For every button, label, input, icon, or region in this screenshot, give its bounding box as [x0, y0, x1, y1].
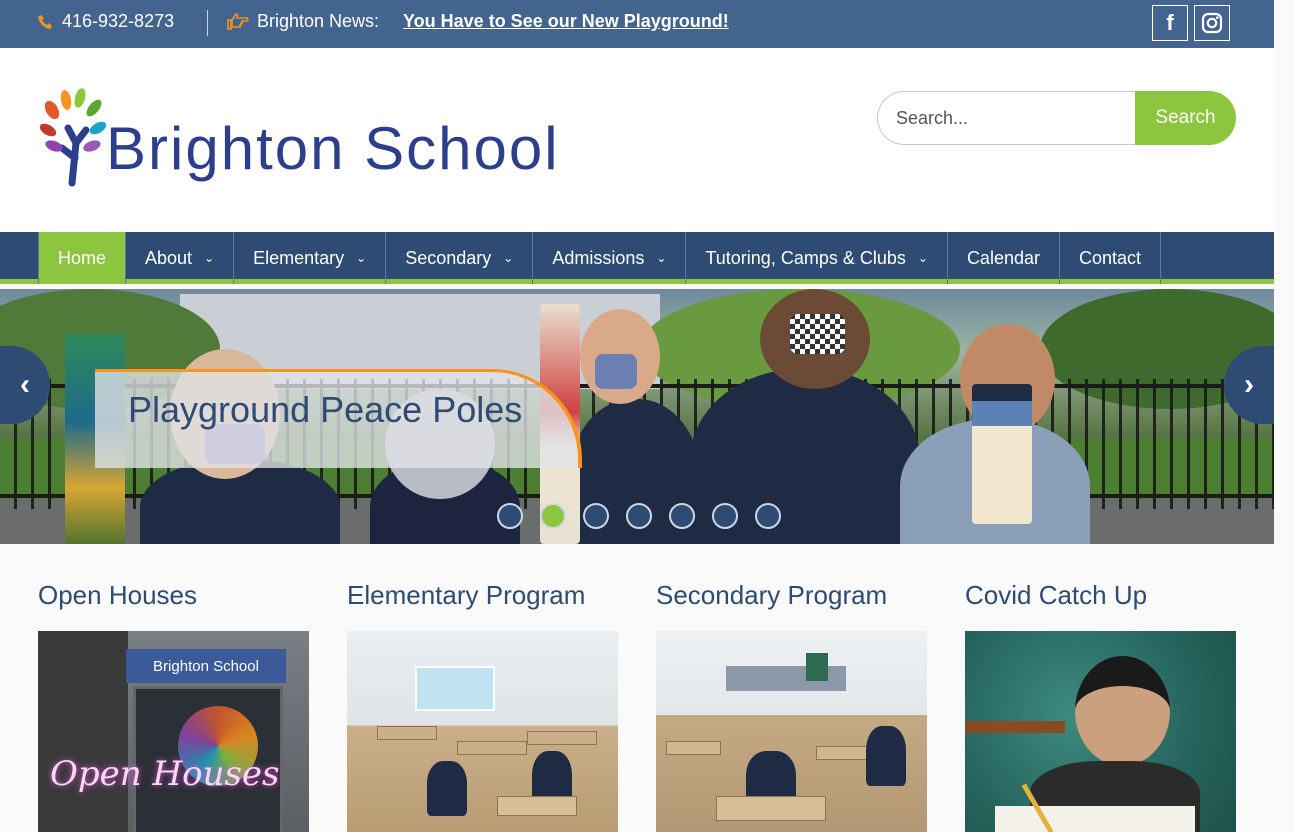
search-form: Search: [877, 91, 1236, 145]
chevron-down-icon: ⌄: [917, 251, 928, 265]
page: 416-932-8273 Brighton News: You Have to …: [0, 0, 1274, 832]
slider-dot-1[interactable]: [497, 503, 523, 529]
card-image-whiteboard: [726, 666, 846, 691]
hero-photo-student: [595, 354, 637, 389]
facebook-icon[interactable]: f: [1152, 5, 1188, 41]
nav-item-label: Home: [58, 247, 107, 268]
top-bar: 416-932-8273 Brighton News: You Have to …: [0, 0, 1274, 48]
card-image-student: [1075, 656, 1170, 766]
nav-item-secondary[interactable]: Secondary ⌄: [386, 232, 534, 284]
slider-dot-6[interactable]: [712, 503, 738, 529]
chevron-down-icon: ⌄: [503, 251, 514, 265]
slider-dot-7[interactable]: [755, 503, 781, 529]
card-image[interactable]: [656, 631, 927, 832]
card-image-desk: [497, 796, 577, 816]
card-image-desk: [716, 796, 826, 821]
tree-logo-icon: [40, 88, 107, 187]
nav-item-label: Elementary: [253, 247, 345, 268]
nav-item-contact[interactable]: Contact: [1060, 232, 1162, 284]
card-image-sign: Brighton School: [126, 649, 286, 683]
feature-card-open-houses[interactable]: Open Houses Brighton School Open Houses: [38, 580, 309, 832]
nav-item-calendar[interactable]: Calendar: [948, 232, 1060, 284]
hero-photo-peace-pole: [972, 384, 1032, 524]
news-link[interactable]: You Have to See our New Playground!: [403, 11, 729, 32]
nav-item-label: Tutoring, Camps & Clubs: [705, 247, 906, 268]
nav-item-label: Calendar: [966, 247, 1040, 268]
hero-photo-student: [790, 314, 845, 354]
logo-text: Brighton School: [106, 115, 560, 182]
feature-card-covid-catch-up[interactable]: Covid Catch Up: [965, 580, 1236, 832]
chevron-down-icon: ⌄: [204, 251, 215, 265]
search-button[interactable]: Search: [1135, 91, 1236, 145]
pointing-hand-icon: [227, 12, 249, 30]
chevron-right-icon: ›: [1244, 368, 1254, 401]
nav-item-label: Secondary: [405, 247, 492, 268]
chevron-left-icon: ‹: [20, 368, 30, 401]
card-title[interactable]: Open Houses: [38, 580, 309, 620]
nav-item-tutoring[interactable]: Tutoring, Camps & Clubs ⌄: [686, 232, 948, 284]
card-image-chair: [965, 721, 1065, 733]
nav-item-label: Contact: [1078, 247, 1142, 268]
slider-dot-3[interactable]: [583, 503, 609, 529]
card-image-poster: [806, 653, 828, 681]
card-image-neon-sign: Open Houses: [50, 754, 280, 794]
search-input[interactable]: [877, 91, 1147, 145]
news-label: Brighton News:: [257, 11, 380, 31]
slider-pagination: [497, 503, 781, 529]
topbar-divider: [207, 10, 208, 36]
card-title[interactable]: Elementary Program: [347, 580, 618, 620]
feature-card-elementary[interactable]: Elementary Program: [347, 580, 618, 832]
card-image-student: [866, 726, 906, 786]
card-title[interactable]: Covid Catch Up: [965, 580, 1236, 620]
feature-card-secondary[interactable]: Secondary Program: [656, 580, 927, 832]
nav-item-home[interactable]: Home: [38, 232, 127, 284]
card-image-wall: [38, 631, 128, 832]
hero-caption: Playground Peace Poles: [128, 389, 523, 430]
hero-slider: Playground Peace Poles ‹ ›: [0, 289, 1274, 544]
chevron-down-icon: ⌄: [356, 251, 367, 265]
card-image-bulletin-board: [415, 666, 495, 711]
nav-item-elementary[interactable]: Elementary ⌄: [234, 232, 387, 284]
card-image-desk: [457, 741, 527, 755]
main-nav: Home About ⌄ Elementary ⌄ Secondary ⌄ Admis…: [0, 232, 1274, 284]
card-title[interactable]: Secondary Program: [656, 580, 927, 620]
site-logo[interactable]: Brighton School: [40, 88, 620, 188]
news-label-group: Brighton News:: [227, 11, 379, 32]
card-image-desk: [666, 741, 721, 755]
nav-item-about[interactable]: About ⌄: [126, 232, 235, 284]
slider-dot-4[interactable]: [626, 503, 652, 529]
card-image-paper: [995, 806, 1195, 832]
nav-item-admissions[interactable]: Admissions ⌄: [533, 232, 687, 284]
instagram-icon[interactable]: [1194, 5, 1230, 41]
card-image-student: [427, 761, 467, 816]
slider-dot-2[interactable]: [540, 503, 566, 529]
phone-contact[interactable]: 416-932-8273: [38, 11, 174, 32]
card-image-desk: [377, 726, 437, 740]
card-image[interactable]: [965, 631, 1236, 832]
phone-icon: [38, 14, 52, 29]
nav-item-label: About: [145, 247, 193, 268]
card-image[interactable]: Brighton School Open Houses: [38, 631, 309, 832]
card-image-desk: [527, 731, 597, 745]
card-image[interactable]: [347, 631, 618, 832]
chevron-down-icon: ⌄: [656, 251, 667, 265]
site-header: Brighton School Search: [0, 48, 1274, 232]
phone-number: 416-932-8273: [62, 11, 175, 31]
slider-dot-5[interactable]: [669, 503, 695, 529]
nav-item-label: Admissions: [552, 247, 645, 268]
